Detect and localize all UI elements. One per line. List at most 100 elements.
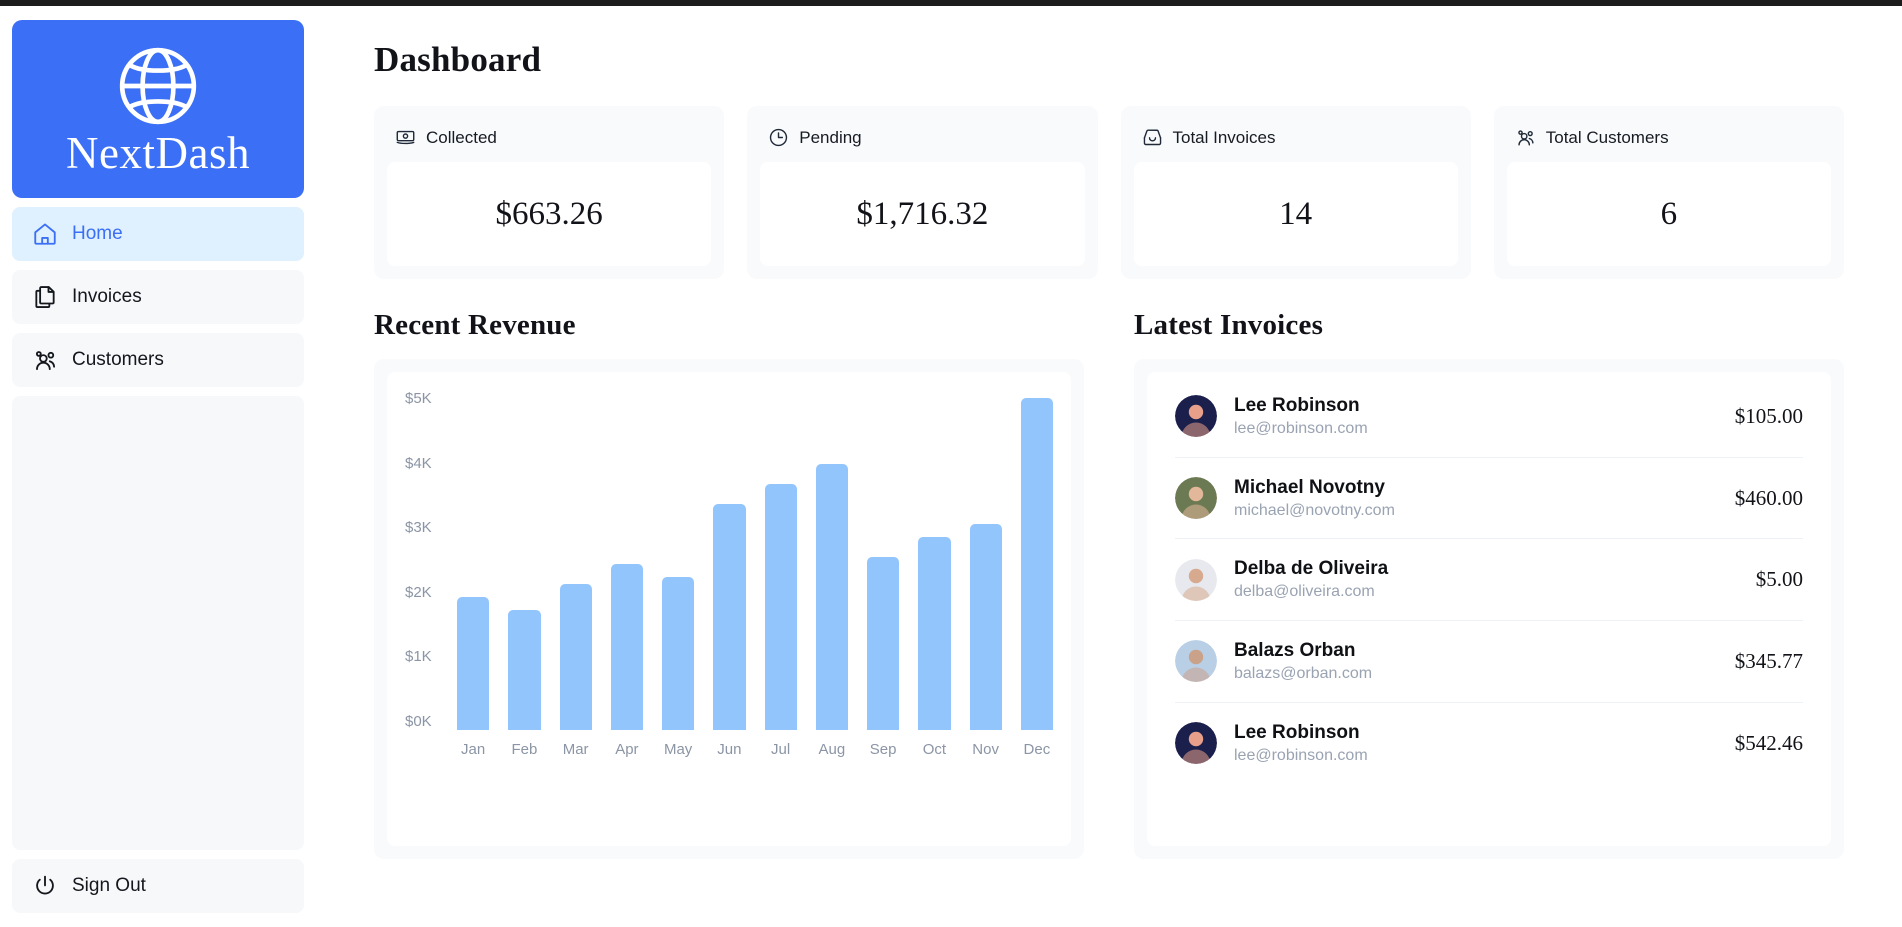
stat-card-label: Total Customers — [1545, 127, 1669, 147]
chart-bar — [867, 557, 900, 730]
avatar — [1175, 640, 1217, 683]
chart-bar — [918, 537, 951, 730]
invoice-customer-email: balazs@orban.com — [1234, 665, 1373, 683]
invoice-customer: Delba de Oliveira delba@oliveira.com — [1234, 556, 1739, 603]
invoice-customer-email: lee@robinson.com — [1234, 420, 1368, 438]
invoice-list: Lee Robinson lee@robinson.com $105.00 Micha… — [1147, 372, 1831, 846]
invoice-row[interactable]: Lee Robinson lee@robinson.com $105.00 — [1175, 376, 1803, 457]
chart-bar — [969, 524, 1002, 730]
page-title: Dashboard — [374, 40, 542, 79]
chart-x-tick: Mar — [562, 741, 589, 758]
sidebar: NextDash Home Invoices Customers Sign Ou… — [0, 6, 316, 927]
invoice-row[interactable]: Delba de Oliveira delba@oliveira.com $5.00 — [1175, 538, 1803, 620]
invoice-amount: $542.46 — [1734, 730, 1803, 755]
sidebar-item-label: Customers — [72, 349, 164, 370]
brand-logo-card[interactable]: NextDash — [12, 20, 304, 198]
chart-x-axis: Jan Feb Mar Apr May Jun Jul Aug Sep Oct Nov Dec — [457, 741, 1053, 758]
invoice-customer-name: Lee Robinson — [1234, 721, 1360, 743]
main-content: Dashboard Collected $663.26 Pending $1,7… — [316, 6, 1902, 927]
brand-name: NextDash — [66, 127, 250, 178]
chart-bar — [1020, 398, 1053, 730]
sidebar-item-home[interactable]: Home — [12, 207, 304, 261]
chart-bar — [508, 610, 541, 730]
chart-x-tick: Jan — [461, 741, 486, 758]
chart-x-tick: Apr — [615, 741, 639, 758]
invoice-customer: Balazs Orban balazs@orban.com — [1234, 638, 1718, 685]
revenue-chart: $5K $4K $3K $2K $1K $0K Jan Feb Mar Apr May Jun Jul… — [387, 372, 1071, 846]
invoice-customer-name: Lee Robinson — [1234, 395, 1360, 416]
stat-card-label: Total Invoices — [1172, 127, 1276, 147]
invoice-customer-email: delba@oliveira.com — [1234, 583, 1375, 601]
revenue-chart-card: $5K $4K $3K $2K $1K $0K Jan Feb Mar Apr May Jun Jul… — [374, 359, 1084, 859]
avatar — [1175, 558, 1217, 601]
avatar — [1175, 477, 1217, 519]
sidebar-item-label: Invoices — [72, 286, 142, 307]
chart-x-tick: Oct — [922, 741, 947, 758]
sidebar-item-customers[interactable]: Customers — [12, 333, 304, 387]
chart-y-axis: $5K $4K $3K $2K $1K $0K — [405, 390, 457, 730]
sidebar-spacer — [12, 396, 304, 850]
chart-x-tick: Sep — [869, 741, 897, 758]
chart-x-tick: Aug — [818, 741, 846, 758]
sign-out-button[interactable]: Sign Out — [12, 859, 304, 913]
sidebar-item-label: Home — [72, 223, 123, 244]
invoice-row[interactable]: Michael Novotny michael@novotny.com $460.0… — [1175, 456, 1803, 539]
clock-icon — [768, 127, 789, 148]
invoice-customer-email: lee@robinson.com — [1234, 746, 1368, 764]
chart-y-tick: $4K — [405, 454, 432, 472]
revenue-panel: Recent Revenue $5K $4K $3K $2K $1K $0K Jan Feb… — [374, 309, 1084, 859]
chart-y-tick: $3K — [405, 519, 432, 537]
chart-bar — [559, 583, 592, 730]
chart-bar — [662, 577, 695, 730]
users-icon — [32, 347, 58, 373]
stat-card-pending: Pending $1,716.32 — [747, 106, 1098, 279]
chart-y-tick: $0K — [405, 712, 432, 730]
chart-bar — [610, 564, 643, 730]
banknote-icon — [395, 127, 416, 148]
invoice-customer: Lee Robinson lee@robinson.com — [1234, 720, 1718, 767]
chart-bars — [457, 398, 1053, 730]
stat-cards: Collected $663.26 Pending $1,716.32 Tota… — [374, 106, 1844, 279]
home-icon — [32, 221, 58, 247]
chart-bar — [713, 504, 746, 730]
invoice-amount: $345.77 — [1734, 648, 1803, 673]
chart-x-tick: Jun — [717, 741, 742, 758]
invoice-row[interactable]: Lee Robinson lee@robinson.com $542.46 — [1175, 701, 1803, 784]
chart-y-tick: $2K — [405, 583, 432, 601]
documents-icon — [32, 284, 58, 310]
chart-x-tick: Jul — [771, 741, 791, 758]
sidebar-item-invoices[interactable]: Invoices — [12, 270, 304, 324]
avatar — [1175, 395, 1217, 438]
chart-bar — [457, 597, 490, 730]
chart-bar — [764, 484, 797, 730]
stat-card-header: Total Customers — [1507, 119, 1831, 162]
chart-x-tick: Feb — [511, 741, 538, 758]
chart-x-tick: May — [663, 741, 693, 758]
invoices-heading: Latest Invoices — [1134, 309, 1324, 341]
dashboard-panels: Recent Revenue $5K $4K $3K $2K $1K $0K Jan Feb… — [374, 309, 1844, 859]
invoice-amount: $105.00 — [1734, 403, 1803, 428]
invoice-customer-name: Delba de Oliveira — [1234, 558, 1389, 580]
stat-card-value: 14 — [1133, 162, 1458, 266]
stat-card-header: Pending — [760, 119, 1084, 162]
invoice-amount: $5.00 — [1755, 567, 1803, 592]
revenue-heading: Recent Revenue — [374, 309, 576, 341]
avatar — [1175, 722, 1217, 765]
inbox-icon — [1142, 127, 1163, 148]
stat-card-value: $1,716.32 — [760, 162, 1085, 266]
invoice-row[interactable]: Balazs Orban balazs@orban.com $345.77 — [1175, 620, 1803, 702]
stat-card-header: Total Invoices — [1134, 119, 1458, 162]
stat-card-header: Collected — [387, 119, 711, 162]
chart-x-tick: Dec — [1023, 741, 1051, 758]
invoice-customer: Michael Novotny michael@novotny.com — [1234, 475, 1718, 522]
stat-card-collected: Collected $663.26 — [374, 106, 725, 279]
invoice-customer-email: michael@novotny.com — [1234, 501, 1395, 519]
stat-card-label: Collected — [426, 127, 497, 147]
chart-x-tick: Nov — [972, 741, 999, 758]
globe-icon — [115, 43, 201, 129]
latest-invoices-card: Lee Robinson lee@robinson.com $105.00 Micha… — [1134, 359, 1844, 859]
sign-out-label: Sign Out — [72, 875, 146, 896]
chart-y-tick: $1K — [405, 648, 432, 666]
stat-card-total-invoices: Total Invoices 14 — [1120, 106, 1471, 279]
app-root: NextDash Home Invoices Customers Sign Ou… — [0, 6, 1902, 927]
